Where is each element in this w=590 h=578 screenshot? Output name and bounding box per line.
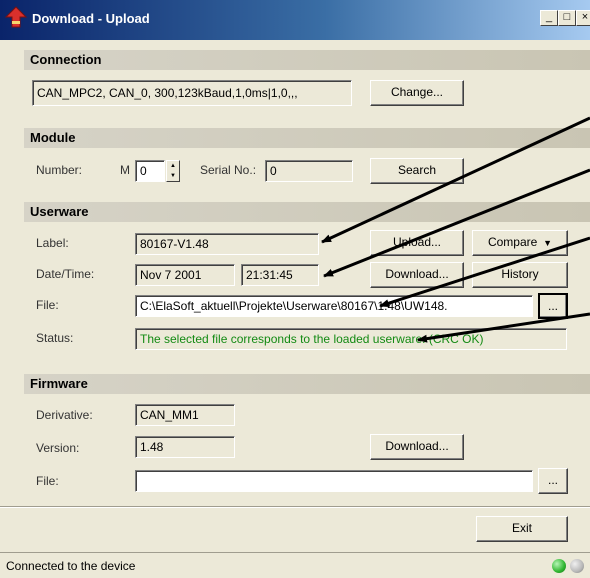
userware-label-field: 80167-V1.48 [135, 233, 319, 255]
number-label: Number: [36, 163, 83, 177]
window-title: Download - Upload [32, 11, 150, 26]
minimize-button[interactable]: _ [540, 10, 558, 26]
firmware-browse-button[interactable]: ... [538, 468, 568, 494]
derivative-label: Derivative: [36, 408, 93, 422]
datetime-label: Date/Time: [36, 267, 95, 281]
number-prefix: M [120, 163, 130, 177]
module-header: Module [24, 128, 590, 148]
userware-time-field: 21:31:45 [241, 264, 319, 286]
firmware-derivative-field: CAN_MM1 [135, 404, 235, 426]
footer-separator [0, 506, 590, 508]
userware-date-field: Nov 7 2001 [135, 264, 235, 286]
userware-download-button[interactable]: Download... [370, 262, 464, 288]
change-button[interactable]: Change... [370, 80, 464, 106]
firmware-header: Firmware [24, 374, 590, 394]
module-number-input[interactable]: 0 [135, 160, 165, 182]
search-button[interactable]: Search [370, 158, 464, 184]
status-bar: Connected to the device [0, 552, 590, 578]
userware-browse-button[interactable]: ... [538, 293, 568, 319]
userware-file-input[interactable]: C:\ElaSoft_aktuell\Projekte\Userware\801… [135, 295, 533, 317]
dropdown-arrow-icon: ▼ [540, 238, 553, 248]
label-label: Label: [36, 236, 69, 250]
firmware-file-input[interactable] [135, 470, 533, 492]
app-icon [4, 6, 28, 28]
close-button[interactable]: × [576, 10, 590, 26]
connection-header: Connection [24, 50, 590, 70]
number-spinner[interactable]: ▲ ▼ [166, 160, 180, 182]
serial-number-field: 0 [265, 160, 353, 182]
status-label: Status: [36, 331, 74, 345]
history-button[interactable]: History [472, 262, 568, 288]
userware-header: Userware [24, 202, 590, 222]
connection-status-text: Connected to the device [6, 559, 136, 573]
file-label: File: [36, 298, 59, 312]
connected-led-icon [552, 559, 566, 573]
inactive-led-icon [570, 559, 584, 573]
version-label: Version: [36, 441, 80, 455]
title-bar[interactable]: Download - Upload _ □ × [0, 0, 590, 40]
firmware-download-button[interactable]: Download... [370, 434, 464, 460]
download-upload-window: Download - Upload _ □ × Connection CAN_M… [0, 0, 590, 578]
maximize-button[interactable]: □ [558, 10, 576, 26]
serial-label: Serial No.: [200, 163, 257, 177]
arrow-to-time [323, 168, 590, 278]
userware-status-field: The selected file corresponds to the loa… [135, 328, 567, 350]
compare-label: Compare [487, 235, 538, 249]
connection-value-field: CAN_MPC2, CAN_0, 300,123kBaud,1,0ms|1,0,… [32, 80, 352, 106]
firmware-file-label: File: [36, 474, 59, 488]
compare-button[interactable]: Compare ▼ [472, 230, 568, 256]
exit-button[interactable]: Exit [476, 516, 568, 542]
upload-button[interactable]: Upload... [370, 230, 464, 256]
firmware-version-field: 1.48 [135, 436, 235, 458]
